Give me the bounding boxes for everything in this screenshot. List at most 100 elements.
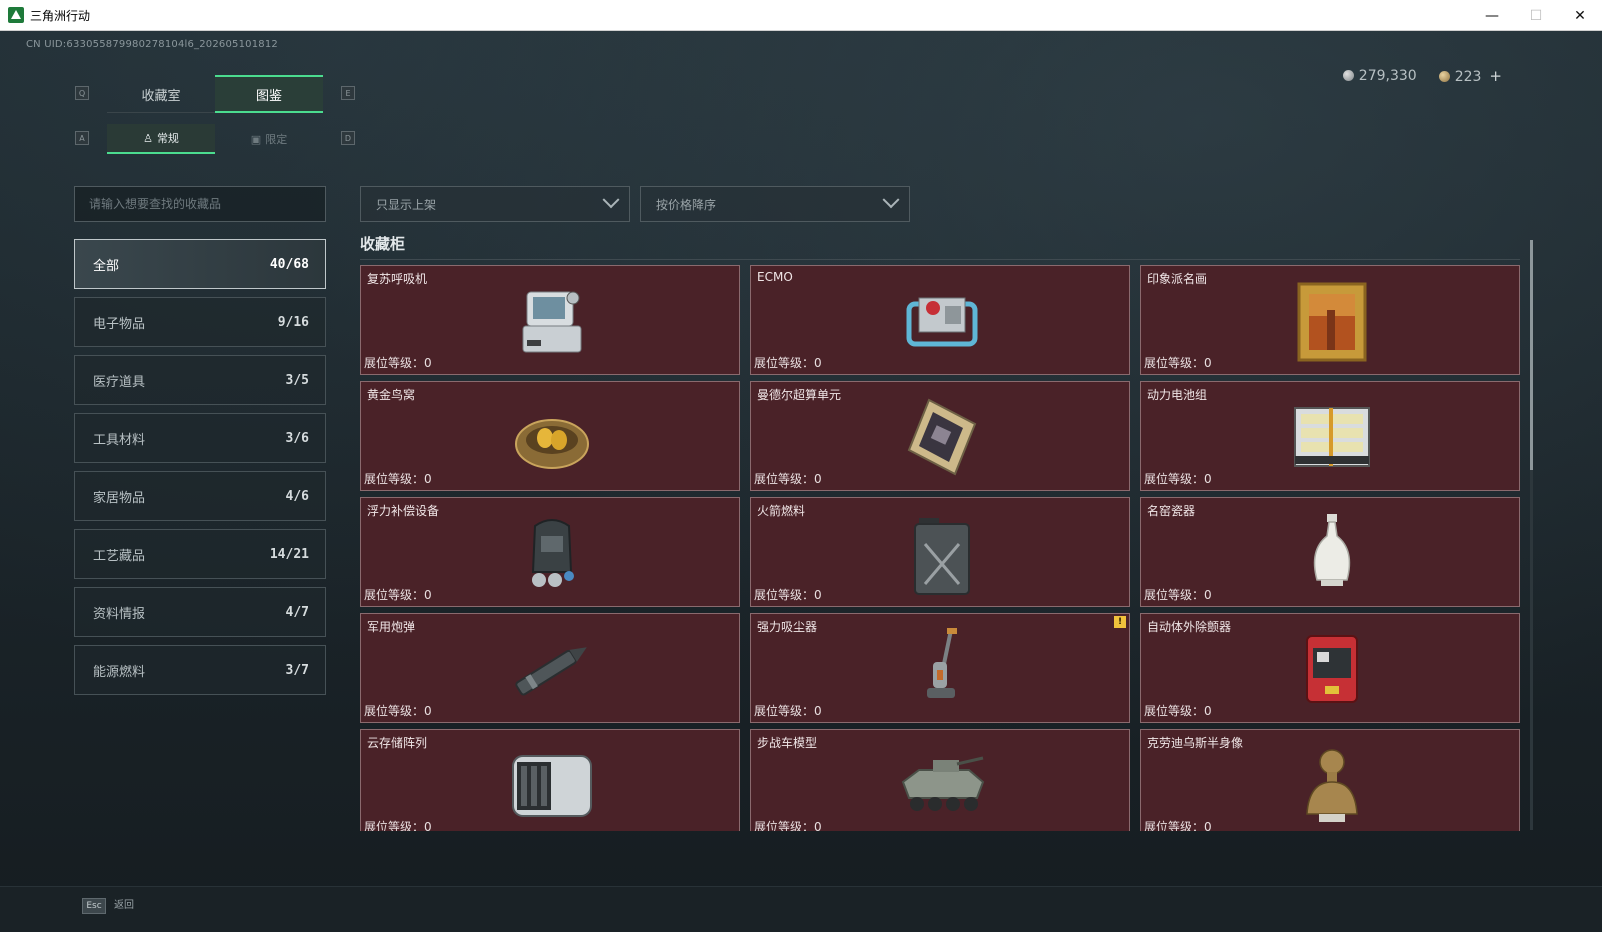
category-crafts[interactable]: 工艺藏品 14/21 [74, 529, 326, 579]
display-filter-dropdown[interactable]: 只显示上架 [360, 186, 630, 222]
level-label: 展位等级： [364, 472, 425, 486]
tab-next-key[interactable]: E [341, 86, 355, 100]
category-label: 电子物品 [93, 316, 146, 332]
category-count: 3/7 [285, 662, 309, 678]
level-label: 展位等级： [754, 356, 815, 370]
sort-dropdown[interactable]: 按价格降序 [640, 186, 910, 222]
subtab-prev-key[interactable]: A [75, 131, 89, 145]
collection-card[interactable]: 浮力补偿设备 展位等级：0 [360, 497, 740, 607]
item-name: 步战车模型 [757, 736, 818, 750]
fuel-can-icon [899, 510, 985, 596]
level-value: 0 [814, 588, 822, 602]
add-currency-button[interactable]: + [1489, 67, 1502, 85]
alert-badge: ! [1114, 616, 1126, 628]
collection-grid: 复苏呼吸机 展位等级：0 ECMO 展位等级：0 印象派名画 展位等级：0 黄金… [360, 265, 1522, 831]
subtab-regular[interactable]: ♙ 常规 [107, 124, 215, 154]
tab-prev-key[interactable]: Q [75, 86, 89, 100]
collection-card[interactable]: 云存储阵列 展位等级：0 [360, 729, 740, 831]
battery-pack-icon [1289, 394, 1375, 480]
item-level: 展位等级：0 [1144, 470, 1212, 487]
item-level: 展位等级：0 [364, 354, 432, 371]
collection-card[interactable]: 黄金鸟窝 展位等级：0 [360, 381, 740, 491]
collection-card[interactable]: 动力电池组 展位等级：0 [1140, 381, 1520, 491]
minimize-button[interactable]: — [1470, 0, 1514, 31]
silver-coin-icon [1342, 70, 1354, 81]
item-name: 复苏呼吸机 [367, 272, 428, 286]
level-value: 0 [424, 704, 432, 718]
category-label: 全部 [93, 258, 120, 274]
collection-card[interactable]: 名窑瓷器 展位等级：0 [1140, 497, 1520, 607]
level-value: 0 [814, 820, 822, 831]
collection-card[interactable]: 自动体外除颤器 展位等级：0 [1140, 613, 1520, 723]
category-label: 工具材料 [93, 432, 146, 448]
item-level: 展位等级：0 [754, 586, 822, 603]
category-energy[interactable]: 能源燃料 3/7 [74, 645, 326, 695]
level-label: 展位等级： [1144, 704, 1205, 718]
collection-card[interactable]: 克劳迪乌斯半身像 展位等级：0 [1140, 729, 1520, 831]
item-level: 展位等级：0 [1144, 818, 1212, 831]
window-controls: — ☐ ✕ [1470, 0, 1602, 31]
collection-card[interactable]: 曼德尔超算单元 展位等级：0 [750, 381, 1130, 491]
item-level: 展位等级：0 [1144, 354, 1212, 371]
back-label[interactable]: 返回 [114, 898, 134, 914]
category-tools[interactable]: 工具材料 3/6 [74, 413, 326, 463]
category-label: 能源燃料 [93, 664, 146, 680]
level-value: 0 [1204, 704, 1212, 718]
category-count: 3/5 [285, 372, 309, 388]
level-value: 0 [424, 356, 432, 370]
collection-card[interactable]: 强力吸尘器 ! 展位等级：0 [750, 613, 1130, 723]
level-label: 展位等级： [754, 704, 815, 718]
item-level: 展位等级：0 [364, 586, 432, 603]
item-level: 展位等级：0 [754, 702, 822, 719]
collection-card[interactable]: 印象派名画 展位等级：0 [1140, 265, 1520, 375]
item-name: 云存储阵列 [367, 736, 428, 750]
level-value: 0 [814, 704, 822, 718]
collection-card[interactable]: 军用炮弹 展位等级：0 [360, 613, 740, 723]
subtab-limited-label: 限定 [265, 133, 288, 146]
item-level: 展位等级：0 [754, 818, 822, 831]
item-level: 展位等级：0 [364, 702, 432, 719]
search-input[interactable] [74, 186, 326, 222]
category-household[interactable]: 家居物品 4/6 [74, 471, 326, 521]
item-level: 展位等级：0 [1144, 702, 1212, 719]
figure-icon: ♙ [143, 131, 153, 145]
window-title: 三角洲行动 [30, 8, 91, 23]
collection-card[interactable]: 火箭燃料 展位等级：0 [750, 497, 1130, 607]
esc-key[interactable]: Esc [82, 898, 106, 914]
tab-collection-room[interactable]: 收藏室 [107, 75, 215, 113]
sort-value: 按价格降序 [656, 197, 717, 212]
category-intel[interactable]: 资料情报 4/7 [74, 587, 326, 637]
close-button[interactable]: ✕ [1558, 0, 1602, 31]
ifv-model-icon [899, 742, 985, 828]
level-label: 展位等级： [754, 472, 815, 486]
level-label: 展位等级： [1144, 472, 1205, 486]
collection-card[interactable]: 步战车模型 展位等级：0 [750, 729, 1130, 831]
level-label: 展位等级： [754, 588, 815, 602]
collection-card[interactable]: 复苏呼吸机 展位等级：0 [360, 265, 740, 375]
item-name: 自动体外除颤器 [1147, 620, 1232, 634]
level-value: 0 [1204, 472, 1212, 486]
level-label: 展位等级： [364, 820, 425, 831]
buoyancy-device-icon [509, 510, 595, 596]
level-label: 展位等级： [364, 588, 425, 602]
subtab-next-key[interactable]: D [341, 131, 355, 145]
category-electronics[interactable]: 电子物品 9/16 [74, 297, 326, 347]
maximize-button[interactable]: ☐ [1514, 0, 1558, 31]
level-value: 0 [814, 356, 822, 370]
subtab-limited[interactable]: ▣ 限定 [215, 124, 323, 154]
item-name: 印象派名画 [1147, 272, 1208, 286]
level-label: 展位等级： [1144, 588, 1205, 602]
scrollbar-thumb[interactable] [1530, 240, 1533, 470]
item-name: 浮力补偿设备 [367, 504, 440, 518]
item-name: 火箭燃料 [757, 504, 806, 518]
category-count: 14/21 [269, 546, 309, 562]
chevron-down-icon [882, 191, 900, 209]
category-count: 40/68 [269, 256, 309, 272]
currency-gold-value: 223 [1454, 69, 1482, 85]
collection-title: 收藏柜 [360, 235, 406, 253]
supercomputer-unit-icon [899, 394, 985, 480]
collection-card[interactable]: ECMO 展位等级：0 [750, 265, 1130, 375]
category-medical[interactable]: 医疗道具 3/5 [74, 355, 326, 405]
tab-codex[interactable]: 图鉴 [215, 75, 323, 113]
category-all[interactable]: 全部 40/68 [74, 239, 326, 289]
